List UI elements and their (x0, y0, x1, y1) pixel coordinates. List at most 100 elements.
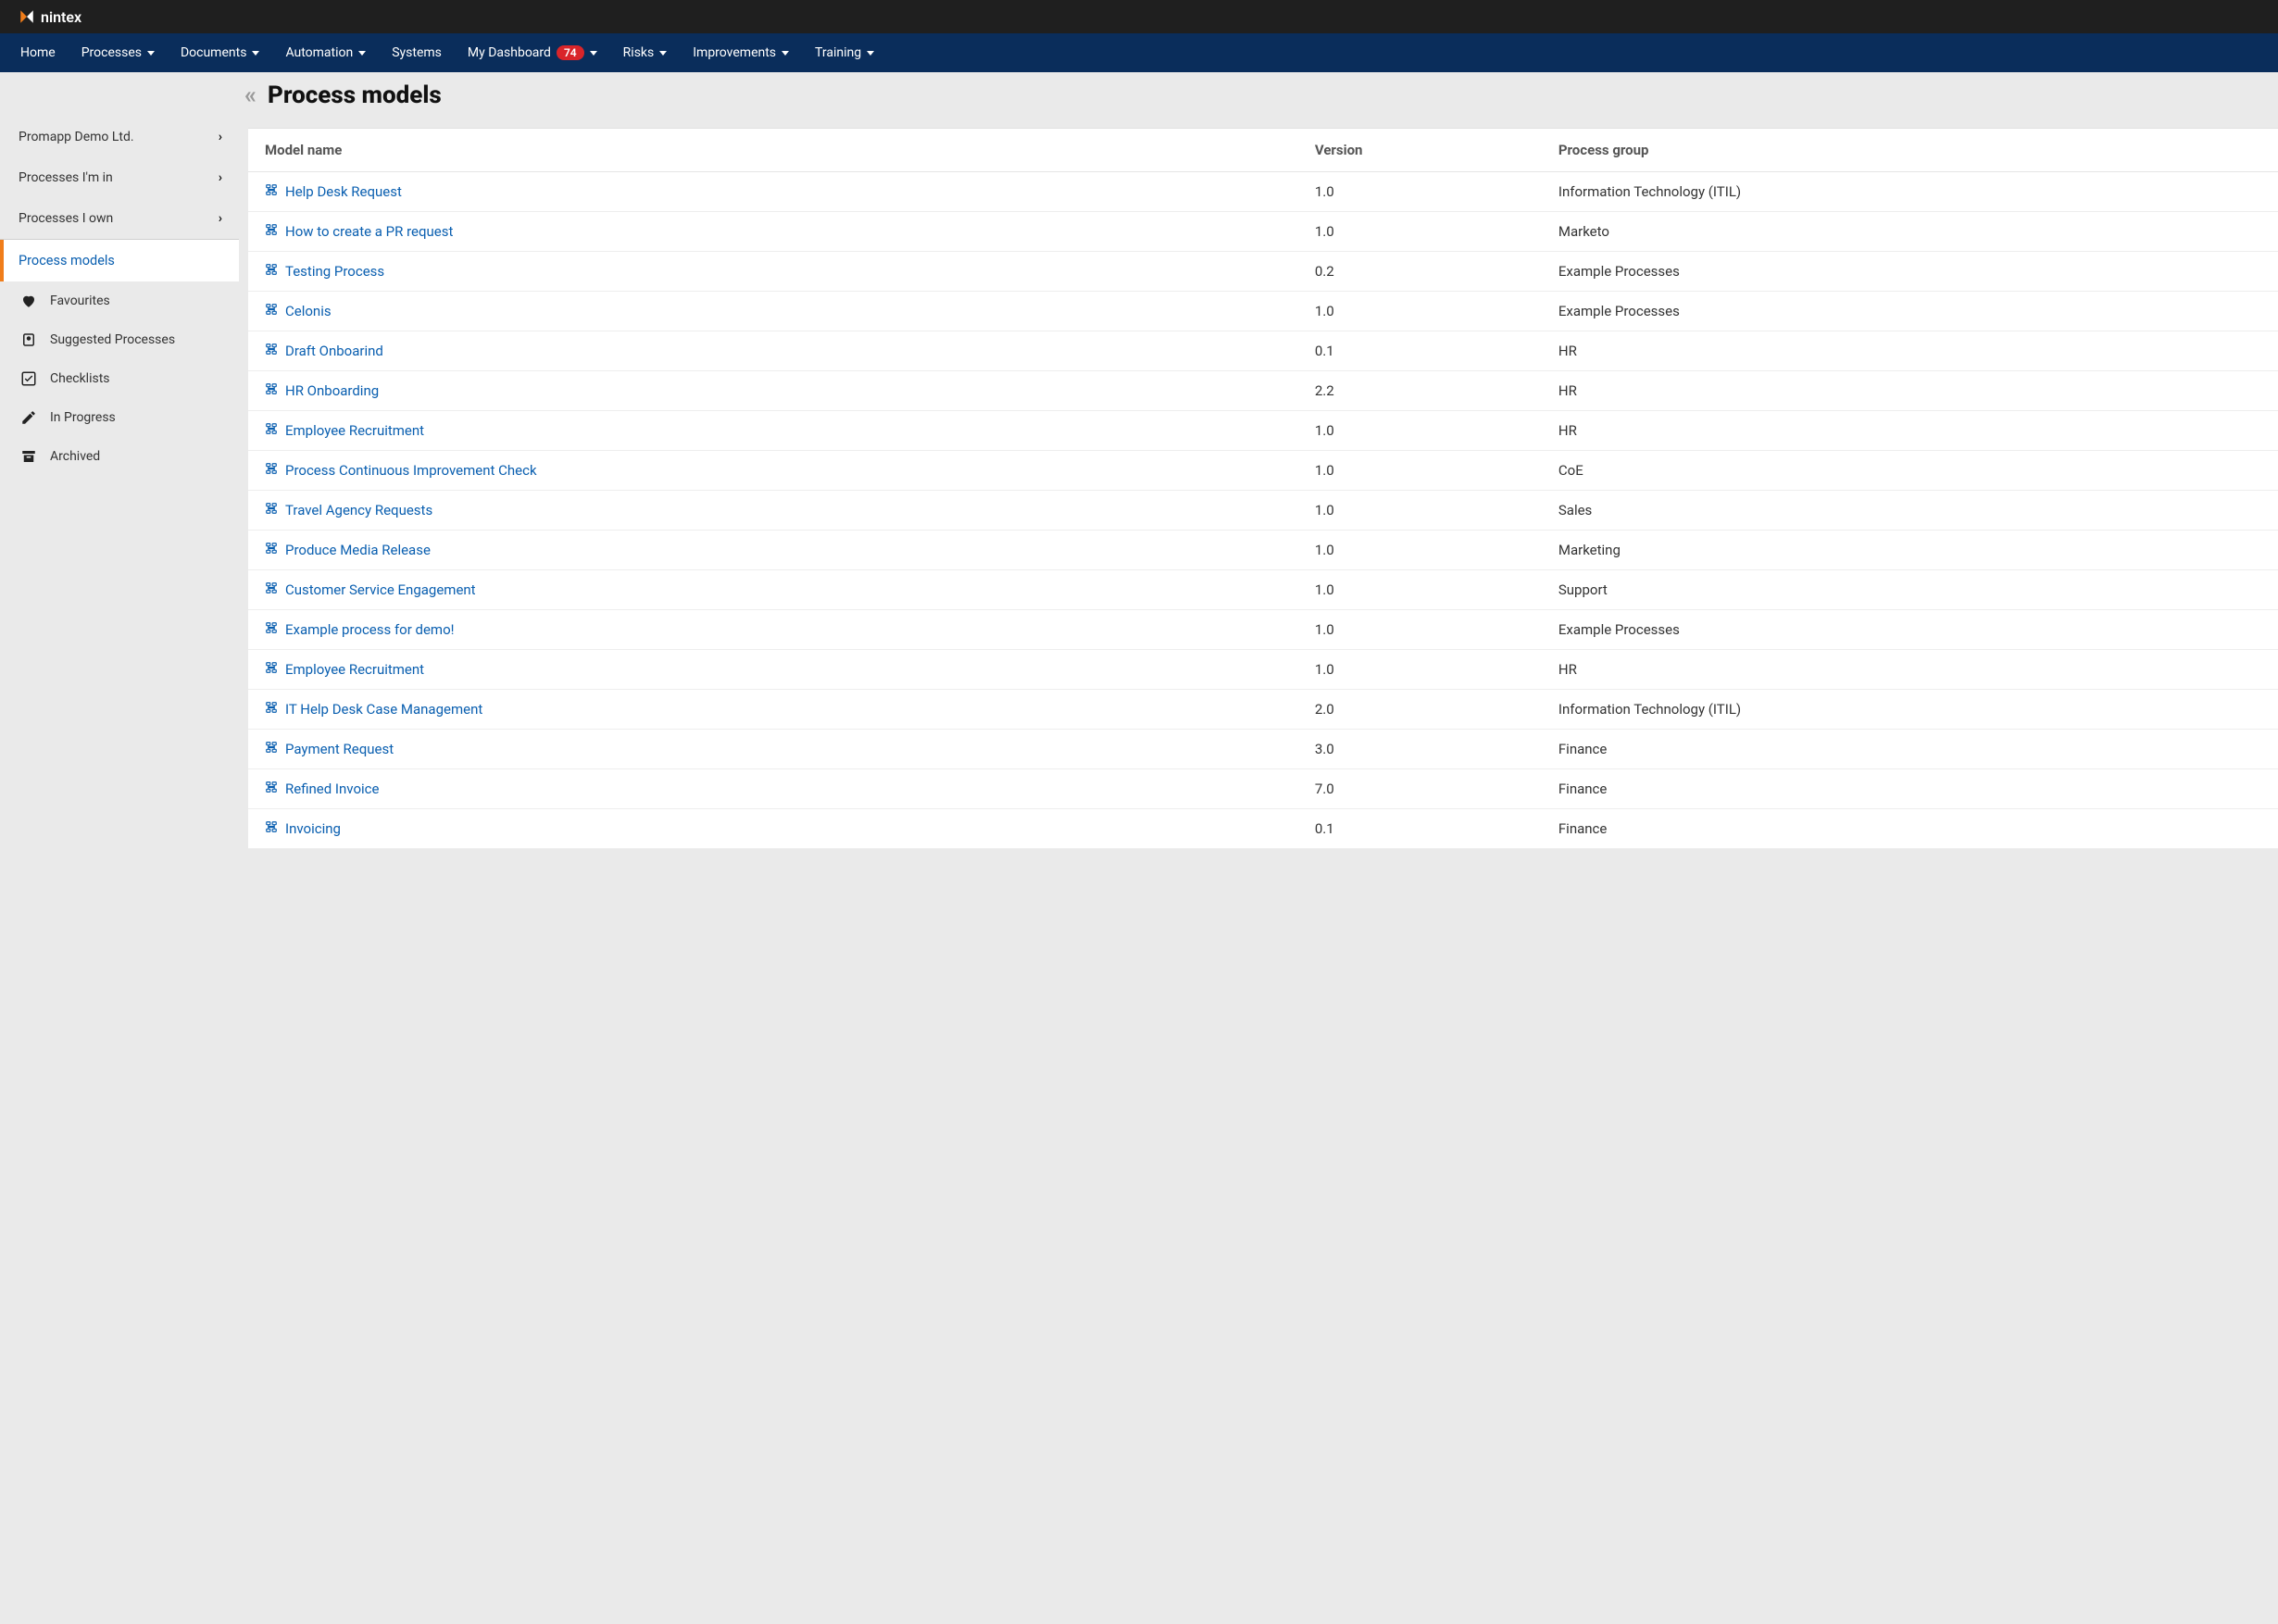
model-name-text: Help Desk Request (285, 183, 402, 200)
cell-process-group: Example Processes (1547, 610, 2278, 650)
model-name-text: Customer Service Engagement (285, 581, 476, 598)
model-link[interactable]: Travel Agency Requests (265, 502, 432, 518)
process-model-icon (265, 542, 278, 558)
cell-model-name: Employee Recruitment (248, 411, 1304, 451)
cell-process-group: Example Processes (1547, 252, 2278, 292)
topbar: nintex (0, 0, 2278, 33)
model-link[interactable]: HR Onboarding (265, 382, 379, 399)
sidebar-item-checklists[interactable]: Checklists (0, 359, 239, 398)
cell-model-name: Employee Recruitment (248, 650, 1304, 690)
caret-down-icon (590, 51, 597, 56)
nav-documents-label: Documents (181, 45, 246, 60)
model-name-text: How to create a PR request (285, 223, 453, 240)
sidebar-item-archived[interactable]: Archived (0, 437, 239, 476)
nav-risks[interactable]: Risks (610, 33, 681, 72)
cell-process-group: HR (1547, 371, 2278, 411)
table-row: HR Onboarding2.2HR (248, 371, 2278, 411)
cell-model-name: Example process for demo! (248, 610, 1304, 650)
main-content: « Process models Model name Version Proc… (239, 72, 2278, 1624)
nav-documents[interactable]: Documents (168, 33, 272, 72)
model-link[interactable]: Customer Service Engagement (265, 581, 476, 598)
sidebar-item-label: Favourites (50, 294, 110, 308)
model-link[interactable]: How to create a PR request (265, 223, 453, 240)
cell-process-group: Support (1547, 570, 2278, 610)
brand-logo[interactable]: nintex (19, 8, 81, 26)
table-row: Example process for demo!1.0Example Proc… (248, 610, 2278, 650)
nav-home[interactable]: Home (7, 33, 69, 72)
nav-processes[interactable]: Processes (69, 33, 168, 72)
cell-process-group: HR (1547, 650, 2278, 690)
sidebar-item-label: Suggested Processes (50, 332, 175, 347)
model-link[interactable]: Process Continuous Improvement Check (265, 462, 537, 479)
collapse-sidebar-icon[interactable]: « (244, 83, 257, 107)
content-header: « Process models (239, 72, 2278, 119)
sidebar-item-label: In Progress (50, 410, 116, 425)
model-name-text: Process Continuous Improvement Check (285, 462, 537, 479)
chevron-right-icon: › (219, 211, 222, 226)
cell-model-name: Customer Service Engagement (248, 570, 1304, 610)
sidebar-item-label: Promapp Demo Ltd. (19, 130, 134, 144)
model-link[interactable]: Produce Media Release (265, 542, 431, 558)
cell-version: 1.0 (1304, 491, 1547, 531)
sidebar-item-process-models[interactable]: Process models (0, 240, 239, 281)
nav-my-dashboard-label: My Dashboard (468, 45, 551, 60)
model-link[interactable]: Example process for demo! (265, 621, 455, 638)
sidebar-item-label: Process models (19, 253, 115, 269)
table-row: Celonis1.0Example Processes (248, 292, 2278, 331)
chevron-right-icon: › (219, 170, 222, 185)
model-link[interactable]: Help Desk Request (265, 183, 402, 200)
col-header-process-group[interactable]: Process group (1547, 129, 2278, 172)
nav-automation[interactable]: Automation (272, 33, 379, 72)
caret-down-icon (659, 51, 667, 56)
heart-icon (20, 293, 37, 309)
sidebar-item-favourites[interactable]: Favourites (0, 281, 239, 320)
model-link[interactable]: Testing Process (265, 263, 384, 280)
col-header-model-name[interactable]: Model name (248, 129, 1304, 172)
nav-systems[interactable]: Systems (379, 33, 455, 72)
cell-process-group: Finance (1547, 769, 2278, 809)
model-link[interactable]: IT Help Desk Case Management (265, 701, 482, 718)
process-model-icon (265, 183, 278, 200)
sidebar-item-in-progress[interactable]: In Progress (0, 398, 239, 437)
nav-improvements[interactable]: Improvements (680, 33, 802, 72)
caret-down-icon (252, 51, 259, 56)
model-name-text: Invoicing (285, 820, 341, 837)
sidebar-item-processes-own[interactable]: Processes I own › (0, 198, 239, 239)
checkbox-icon (20, 370, 37, 387)
sidebar-item-org[interactable]: Promapp Demo Ltd. › (0, 117, 239, 157)
nav-my-dashboard[interactable]: My Dashboard 74 (455, 33, 610, 72)
model-link[interactable]: Refined Invoice (265, 781, 379, 797)
process-model-icon (265, 343, 278, 359)
cell-process-group: Example Processes (1547, 292, 2278, 331)
nav-home-label: Home (20, 45, 56, 60)
process-model-icon (265, 621, 278, 638)
col-header-version[interactable]: Version (1304, 129, 1547, 172)
model-link[interactable]: Payment Request (265, 741, 394, 757)
process-model-icon (265, 741, 278, 757)
dashboard-badge: 74 (557, 45, 584, 60)
model-link[interactable]: Invoicing (265, 820, 341, 837)
model-link[interactable]: Celonis (265, 303, 332, 319)
cell-version: 0.1 (1304, 809, 1547, 849)
sidebar-item-suggested[interactable]: Suggested Processes (0, 320, 239, 359)
sidebar-item-label: Checklists (50, 371, 110, 386)
main-nav: Home Processes Documents Automation Syst… (0, 33, 2278, 72)
sidebar-item-processes-in[interactable]: Processes I'm in › (0, 157, 239, 198)
process-model-icon (265, 303, 278, 319)
process-model-icon (265, 581, 278, 598)
model-link[interactable]: Employee Recruitment (265, 661, 424, 678)
model-link[interactable]: Draft Onboarind (265, 343, 383, 359)
cell-model-name: Celonis (248, 292, 1304, 331)
model-name-text: Refined Invoice (285, 781, 379, 797)
cell-model-name: Payment Request (248, 730, 1304, 769)
model-name-text: HR Onboarding (285, 382, 379, 399)
process-model-icon (265, 701, 278, 718)
table-row: Process Continuous Improvement Check1.0C… (248, 451, 2278, 491)
model-link[interactable]: Employee Recruitment (265, 422, 424, 439)
cell-process-group: HR (1547, 411, 2278, 451)
sidebar-item-label: Processes I'm in (19, 170, 113, 185)
nav-improvements-label: Improvements (693, 45, 776, 60)
process-models-table: Model name Version Process group Help De… (248, 128, 2278, 849)
nav-training[interactable]: Training (802, 33, 887, 72)
table-row: Testing Process0.2Example Processes (248, 252, 2278, 292)
